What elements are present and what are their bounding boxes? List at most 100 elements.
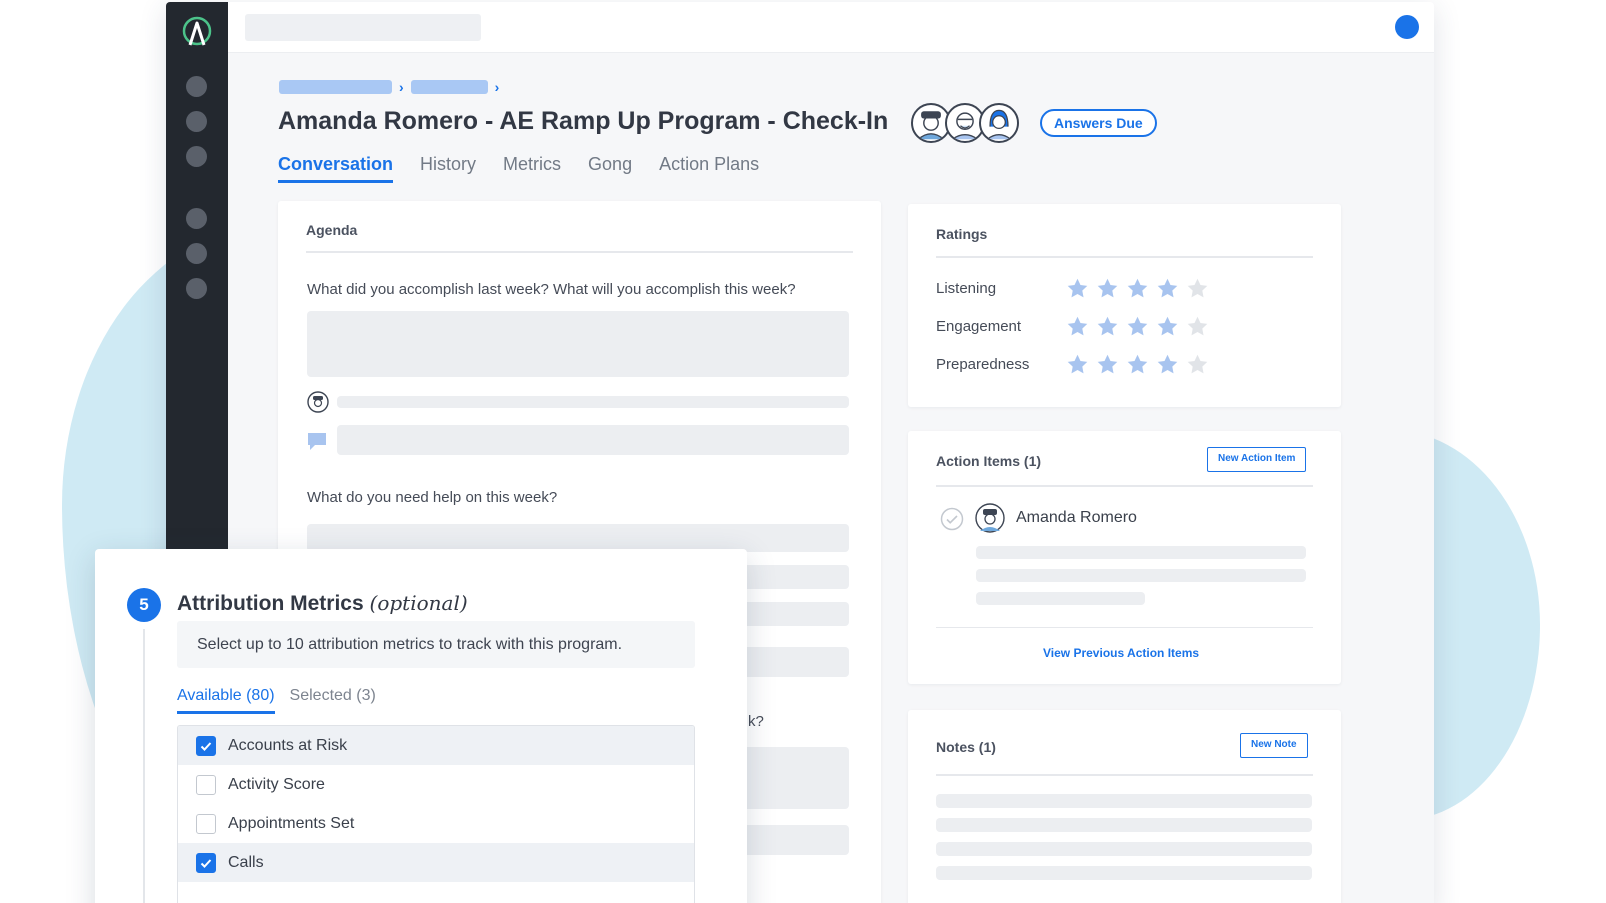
notes-card: Notes (1) New Note xyxy=(908,710,1341,903)
note-placeholder xyxy=(936,842,1312,856)
sidebar-nav-icon[interactable] xyxy=(186,208,207,229)
action-item-placeholder xyxy=(976,592,1145,605)
star-icon[interactable] xyxy=(1156,277,1179,300)
star-icon[interactable] xyxy=(1096,315,1119,338)
notes-title: Notes (1) xyxy=(936,739,996,755)
chevron-right-icon: › xyxy=(494,79,500,95)
tab-conversation[interactable]: Conversation xyxy=(278,154,394,183)
rating-label: Preparedness xyxy=(936,355,1030,373)
breadcrumb-item[interactable] xyxy=(410,80,488,94)
avatar-icon xyxy=(307,391,329,413)
agenda-title: Agenda xyxy=(306,222,358,238)
step-connector xyxy=(143,629,145,903)
view-previous-action-items-link[interactable]: View Previous Action Items xyxy=(1043,646,1199,660)
breadcrumb-item[interactable] xyxy=(279,80,392,94)
star-rating[interactable] xyxy=(1066,353,1209,376)
note-placeholder xyxy=(936,794,1312,808)
star-icon[interactable] xyxy=(1066,315,1089,338)
sidebar-nav-icon[interactable] xyxy=(186,146,207,167)
star-icon[interactable] xyxy=(1186,277,1209,300)
star-rating[interactable] xyxy=(1066,277,1209,300)
answer-input[interactable] xyxy=(307,524,849,552)
metric-label: Activity Score xyxy=(228,775,325,793)
metric-item[interactable]: Appointments Set xyxy=(178,804,694,843)
ratings-title: Ratings xyxy=(936,226,988,242)
panel-title: Attribution Metrics (optional) xyxy=(177,591,468,616)
new-note-button[interactable]: New Note xyxy=(1240,733,1308,758)
star-icon[interactable] xyxy=(1066,353,1089,376)
star-icon[interactable] xyxy=(1096,277,1119,300)
panel-hint: Select up to 10 attribution metrics to t… xyxy=(177,621,695,668)
agenda-question: What do you need help on this week? xyxy=(307,489,558,506)
agenda-question: k? xyxy=(748,713,764,730)
comment-icon[interactable] xyxy=(306,430,328,452)
top-bar xyxy=(228,2,1434,53)
star-rating[interactable] xyxy=(1066,315,1209,338)
action-item-placeholder xyxy=(976,569,1306,582)
tab-history[interactable]: History xyxy=(420,154,476,183)
rating-row: Engagement xyxy=(936,313,1209,339)
action-item-placeholder xyxy=(976,546,1306,559)
metric-label: Appointments Set xyxy=(228,814,355,832)
star-icon[interactable] xyxy=(1066,277,1089,300)
chevron-right-icon: › xyxy=(399,79,404,95)
tab-action-plans[interactable]: Action Plans xyxy=(659,154,759,183)
rating-label: Listening xyxy=(936,279,997,297)
tab-gong[interactable]: Gong xyxy=(588,154,632,183)
attribution-metrics-panel: 5 Attribution Metrics (optional) Select … xyxy=(95,549,747,903)
action-item-assignee: Amanda Romero xyxy=(1016,509,1137,526)
checkbox[interactable] xyxy=(196,813,216,834)
star-icon[interactable] xyxy=(1126,315,1149,338)
metric-item[interactable]: Activity Score xyxy=(178,765,694,804)
tab-selected[interactable]: Selected (3) xyxy=(290,687,376,714)
rating-row: Preparedness xyxy=(936,351,1209,377)
tab-available[interactable]: Available (80) xyxy=(177,687,275,714)
star-icon[interactable] xyxy=(1156,353,1179,376)
participant-avatars xyxy=(911,103,1019,143)
metric-tabs: Available (80) Selected (3) xyxy=(177,687,376,714)
metric-item[interactable]: Calls xyxy=(178,843,694,882)
checkbox-checked[interactable] xyxy=(196,735,216,756)
breadcrumb: › › xyxy=(279,79,499,95)
page-title: Amanda Romero - AE Ramp Up Program - Che… xyxy=(278,107,889,135)
star-icon[interactable] xyxy=(1126,277,1149,300)
comment-input[interactable] xyxy=(337,425,849,455)
sidebar-nav-icon[interactable] xyxy=(186,111,207,132)
tab-metrics[interactable]: Metrics xyxy=(503,154,561,183)
metric-list: Accounts at Risk Activity Score Appointm… xyxy=(177,725,695,903)
response-placeholder xyxy=(337,396,849,408)
sidebar-nav-icon[interactable] xyxy=(186,76,207,97)
metric-label: Calls xyxy=(228,853,264,871)
check-circle-icon[interactable] xyxy=(940,507,964,531)
panel-title-optional: (optional) xyxy=(369,591,468,615)
agenda-question: What did you accomplish last week? What … xyxy=(307,281,796,298)
rating-row: Listening xyxy=(936,275,1209,301)
star-icon[interactable] xyxy=(1186,315,1209,338)
metric-item[interactable]: Accounts at Risk xyxy=(178,726,694,765)
avatar[interactable] xyxy=(979,103,1019,143)
divider xyxy=(306,251,853,253)
checkbox[interactable] xyxy=(196,774,216,795)
logo-icon[interactable] xyxy=(179,14,215,50)
metric-label: Accounts at Risk xyxy=(228,736,348,754)
user-menu-icon[interactable] xyxy=(1395,15,1419,39)
answer-input[interactable] xyxy=(307,311,849,377)
divider xyxy=(936,774,1313,776)
ratings-card: Ratings Listening Engagement Preparednes… xyxy=(908,204,1341,407)
star-icon[interactable] xyxy=(1096,353,1119,376)
step-number-badge: 5 xyxy=(127,588,161,622)
sidebar-nav-icon[interactable] xyxy=(186,278,207,299)
note-placeholder xyxy=(936,866,1312,880)
star-icon[interactable] xyxy=(1126,353,1149,376)
action-items-card: Action Items (1) New Action Item Amanda … xyxy=(908,431,1341,684)
search-bar[interactable] xyxy=(245,14,481,41)
sidebar-nav-icon[interactable] xyxy=(186,243,207,264)
star-icon[interactable] xyxy=(1186,353,1209,376)
check-icon xyxy=(200,858,212,868)
checkbox-checked[interactable] xyxy=(196,852,216,873)
divider xyxy=(936,485,1313,487)
divider xyxy=(936,256,1313,258)
star-icon[interactable] xyxy=(1156,315,1179,338)
new-action-item-button[interactable]: New Action Item xyxy=(1207,447,1307,472)
status-badge[interactable]: Answers Due xyxy=(1040,109,1157,137)
